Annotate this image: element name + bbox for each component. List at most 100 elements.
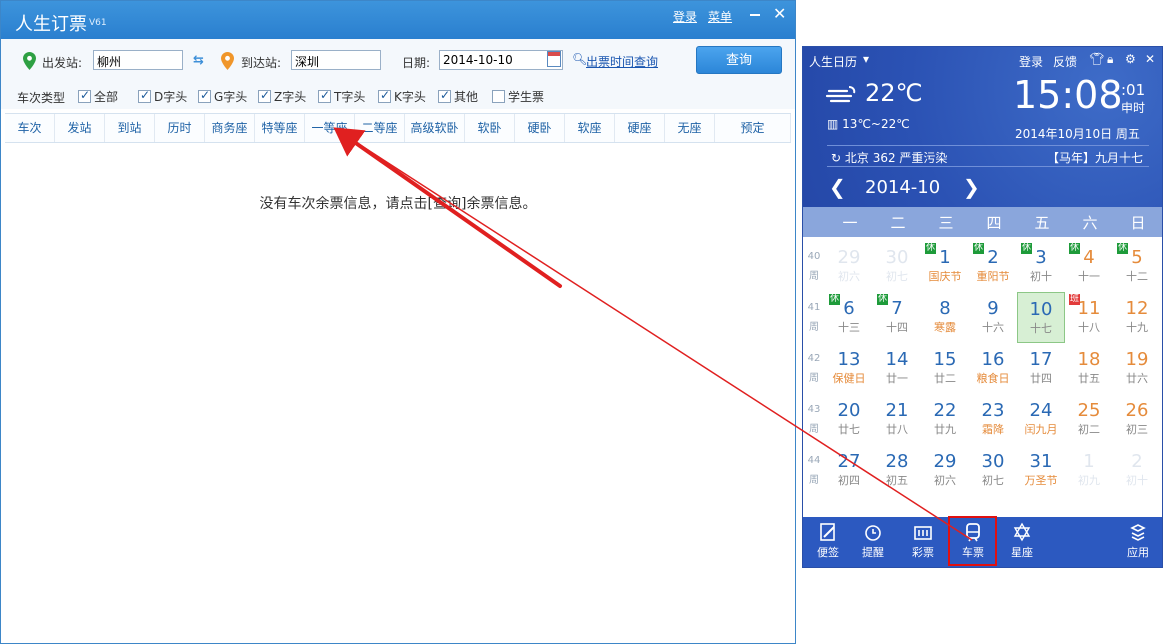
toolbar-button-alarm[interactable]: 提醒 xyxy=(856,522,890,560)
calendar-day[interactable]: 1 初九 xyxy=(1065,445,1113,496)
filter-checkbox[interactable]: 全部 xyxy=(78,88,118,105)
calendar-day[interactable]: 27 初四 xyxy=(825,445,873,496)
checkbox-box[interactable] xyxy=(78,88,91,103)
calendar-day[interactable]: 休 7 十四 xyxy=(873,292,921,343)
calendar-day[interactable]: 13 保健日 xyxy=(825,343,873,394)
calendar-day-today[interactable]: 10 十七 xyxy=(1017,292,1065,343)
calendar-day[interactable]: 18 廿五 xyxy=(1065,343,1113,394)
table-header: 车次 发站 到站 历时 商务座 特等座 一等座 二等座 高级软卧 软卧 硬卧 软座 硬座 无座 预定 xyxy=(5,113,791,143)
calendar-day[interactable]: 30 初七 xyxy=(873,241,921,292)
dropdown-icon[interactable]: ▾ xyxy=(863,52,869,66)
close-icon[interactable]: ✕ xyxy=(1145,52,1155,66)
calendar-day[interactable]: 9 十六 xyxy=(969,292,1017,343)
column-header[interactable]: 特等座 xyxy=(255,114,305,142)
title-bar: 人生订票 V61 登录 菜单 ✕ xyxy=(1,1,795,39)
toolbar-label: 便签 xyxy=(817,546,839,559)
calendar-day[interactable]: 休 5 十二 xyxy=(1113,241,1161,292)
calendar-day[interactable]: 班 11 十八 xyxy=(1065,292,1113,343)
arrive-station-input[interactable]: 深圳 xyxy=(291,50,381,70)
calendar-day[interactable]: 29 初六 xyxy=(921,445,969,496)
column-header[interactable]: 无座 xyxy=(665,114,715,142)
next-month-icon[interactable]: ❯ xyxy=(963,175,980,199)
calendar-day[interactable]: 20 廿七 xyxy=(825,394,873,445)
calendar-day[interactable]: 休 3 初十 xyxy=(1017,241,1065,292)
checkbox-box[interactable] xyxy=(438,88,451,103)
day-number: 30 xyxy=(981,451,1005,472)
day-number: 31 xyxy=(1029,451,1053,472)
filter-checkbox[interactable]: K字头 xyxy=(378,88,426,105)
column-header[interactable]: 预定 xyxy=(715,114,791,142)
calendar-day[interactable]: 24 闰九月 xyxy=(1017,394,1065,445)
checkbox-box[interactable] xyxy=(492,90,505,103)
calendar-day[interactable]: 15 廿二 xyxy=(921,343,969,394)
calendar-day[interactable]: 14 廿一 xyxy=(873,343,921,394)
calendar-day[interactable]: 休 1 国庆节 xyxy=(921,241,969,292)
column-header[interactable]: 硬座 xyxy=(615,114,665,142)
ticket-time-query-link[interactable]: 出票时间查询 xyxy=(586,53,658,70)
calendar-day[interactable]: 23 霜降 xyxy=(969,394,1017,445)
calendar-day[interactable]: 19 廿六 xyxy=(1113,343,1161,394)
column-header[interactable]: 硬卧 xyxy=(515,114,565,142)
column-header[interactable]: 历时 xyxy=(155,114,205,142)
filter-checkbox[interactable]: 学生票 xyxy=(492,88,544,105)
filter-checkbox[interactable]: T字头 xyxy=(318,88,365,105)
calendar-day[interactable]: 2 初十 xyxy=(1113,445,1161,496)
calendar-day[interactable]: 休 2 重阳节 xyxy=(969,241,1017,292)
column-header[interactable]: 发站 xyxy=(55,114,105,142)
calendar-day[interactable]: 25 初二 xyxy=(1065,394,1113,445)
query-button[interactable]: 查询 xyxy=(696,46,782,74)
calendar-day[interactable]: 12 十九 xyxy=(1113,292,1161,343)
refresh-icon[interactable]: ↻ xyxy=(831,151,841,165)
column-header[interactable]: 车次 xyxy=(5,114,55,142)
prev-month-icon[interactable]: ❮ xyxy=(829,175,846,199)
filter-checkbox[interactable]: D字头 xyxy=(138,88,187,105)
calendar-app-name[interactable]: 人生日历 xyxy=(809,53,857,70)
swap-icon[interactable]: ⇆ xyxy=(193,53,204,68)
column-header[interactable]: 软座 xyxy=(565,114,615,142)
checkbox-box[interactable] xyxy=(318,88,331,103)
toolbar-button-apps[interactable]: 应用 xyxy=(1121,522,1155,560)
toolbar-button-lottery[interactable]: 彩票 xyxy=(906,522,940,560)
settings-icon[interactable]: ⚙ xyxy=(1125,52,1136,66)
column-header[interactable]: 高级软卧 xyxy=(405,114,465,142)
lunar-day: 闰九月 xyxy=(1024,423,1058,436)
calendar-day[interactable]: 30 初七 xyxy=(969,445,1017,496)
calendar-day[interactable]: 22 廿九 xyxy=(921,394,969,445)
minimize-icon[interactable] xyxy=(749,5,763,19)
calendar-login-link[interactable]: 登录 xyxy=(1019,53,1043,70)
calendar-day[interactable]: 休 4 十一 xyxy=(1065,241,1113,292)
menu-link[interactable]: 菜单 xyxy=(708,8,732,25)
skin-icon[interactable]: 👕︎ xyxy=(1089,52,1104,66)
column-header[interactable]: 二等座 xyxy=(355,114,405,142)
toolbar-button-note[interactable]: 便签 xyxy=(811,522,845,560)
calendar-day[interactable]: 17 廿四 xyxy=(1017,343,1065,394)
calendar-day[interactable]: 26 初三 xyxy=(1113,394,1161,445)
calendar-day[interactable]: 29 初六 xyxy=(825,241,873,292)
close-icon[interactable]: ✕ xyxy=(773,4,786,23)
calendar-picker-icon[interactable] xyxy=(547,51,561,67)
lock-icon[interactable]: 🔒︎ xyxy=(1107,52,1113,67)
checkbox-box[interactable] xyxy=(138,88,151,103)
calendar-day[interactable]: 8 寒露 xyxy=(921,292,969,343)
login-link[interactable]: 登录 xyxy=(673,8,697,25)
checkbox-box[interactable] xyxy=(258,88,271,103)
calendar-day[interactable]: 休 6 十三 xyxy=(825,292,873,343)
column-header[interactable]: 商务座 xyxy=(205,114,255,142)
column-header[interactable]: 软卧 xyxy=(465,114,515,142)
toolbar-button-star[interactable]: 星座 xyxy=(1005,522,1039,560)
column-header[interactable]: 一等座 xyxy=(305,114,355,142)
checkbox-box[interactable] xyxy=(378,88,391,103)
column-header[interactable]: 到站 xyxy=(105,114,155,142)
filter-checkbox[interactable]: Z字头 xyxy=(258,88,306,105)
filter-checkbox[interactable]: 其他 xyxy=(438,88,478,105)
calendar-day[interactable]: 21 廿八 xyxy=(873,394,921,445)
calendar-day[interactable]: 28 初五 xyxy=(873,445,921,496)
feedback-link[interactable]: 反馈 xyxy=(1053,53,1077,70)
filter-checkbox[interactable]: G字头 xyxy=(198,88,247,105)
checkbox-label: G字头 xyxy=(214,90,248,104)
calendar-day[interactable]: 16 粮食日 xyxy=(969,343,1017,394)
depart-station-input[interactable]: 柳州 xyxy=(93,50,183,70)
calendar-day[interactable]: 31 万圣节 xyxy=(1017,445,1065,496)
date-input[interactable]: 2014-10-10 xyxy=(439,50,563,70)
checkbox-box[interactable] xyxy=(198,88,211,103)
